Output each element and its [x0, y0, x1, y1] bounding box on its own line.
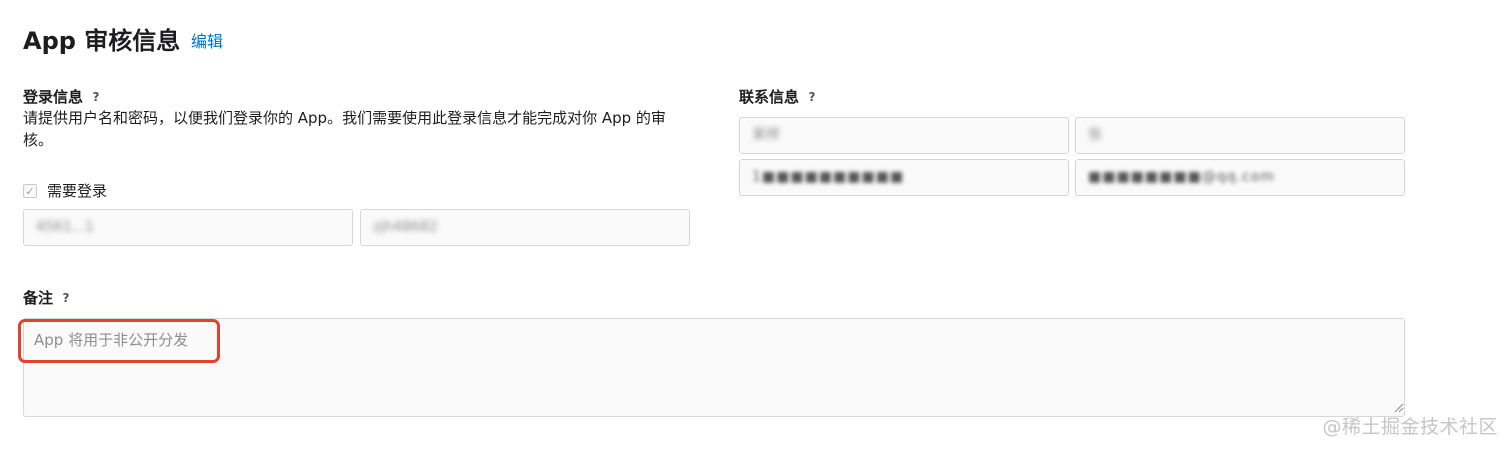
- login-description: 请提供用户名和密码，以便我们登录你的 App。我们需要使用此登录信息才能完成对你…: [23, 109, 666, 149]
- email-field[interactable]: ■■■■■■■■@qq.com: [1075, 159, 1405, 196]
- notes-section: 备注?: [23, 287, 73, 309]
- requires-login-label: 需要登录: [47, 182, 108, 200]
- check-icon: ✓: [25, 184, 35, 198]
- login-section: 登录信息?: [23, 86, 103, 108]
- contact-section: 联系信息?: [739, 86, 819, 108]
- phone-value: 1■■■■■■■■■■: [752, 169, 905, 185]
- requires-login-checkbox[interactable]: ✓: [23, 184, 37, 198]
- page-title: App 审核信息: [23, 27, 181, 55]
- password-field[interactable]: zjh48682: [360, 209, 690, 246]
- first-name-field[interactable]: 某样: [739, 117, 1069, 154]
- contact-help-icon[interactable]: ?: [805, 90, 819, 104]
- notes-label: 备注: [23, 289, 54, 307]
- notes-help-icon[interactable]: ?: [59, 291, 73, 305]
- contact-label: 联系信息: [739, 88, 800, 106]
- last-name-value: 张: [1088, 127, 1102, 143]
- login-label: 登录信息: [23, 88, 84, 106]
- requires-login-row: ✓ 需要登录: [23, 180, 107, 202]
- username-value: 4561...1: [36, 219, 94, 235]
- first-name-value: 某样: [752, 127, 780, 143]
- username-field[interactable]: 4561...1: [23, 209, 353, 246]
- password-value: zjh48682: [373, 219, 438, 235]
- last-name-field[interactable]: 张: [1075, 117, 1405, 154]
- login-help-icon[interactable]: ?: [89, 90, 103, 104]
- resize-handle-icon[interactable]: [1394, 403, 1404, 413]
- phone-field[interactable]: 1■■■■■■■■■■: [739, 159, 1069, 196]
- edit-link[interactable]: 编辑: [191, 31, 223, 53]
- notes-textarea[interactable]: [23, 318, 1405, 417]
- highlight-box: [18, 319, 220, 363]
- watermark: @稀土掘金技术社区: [1322, 416, 1498, 438]
- email-value: ■■■■■■■■@qq.com: [1088, 169, 1275, 185]
